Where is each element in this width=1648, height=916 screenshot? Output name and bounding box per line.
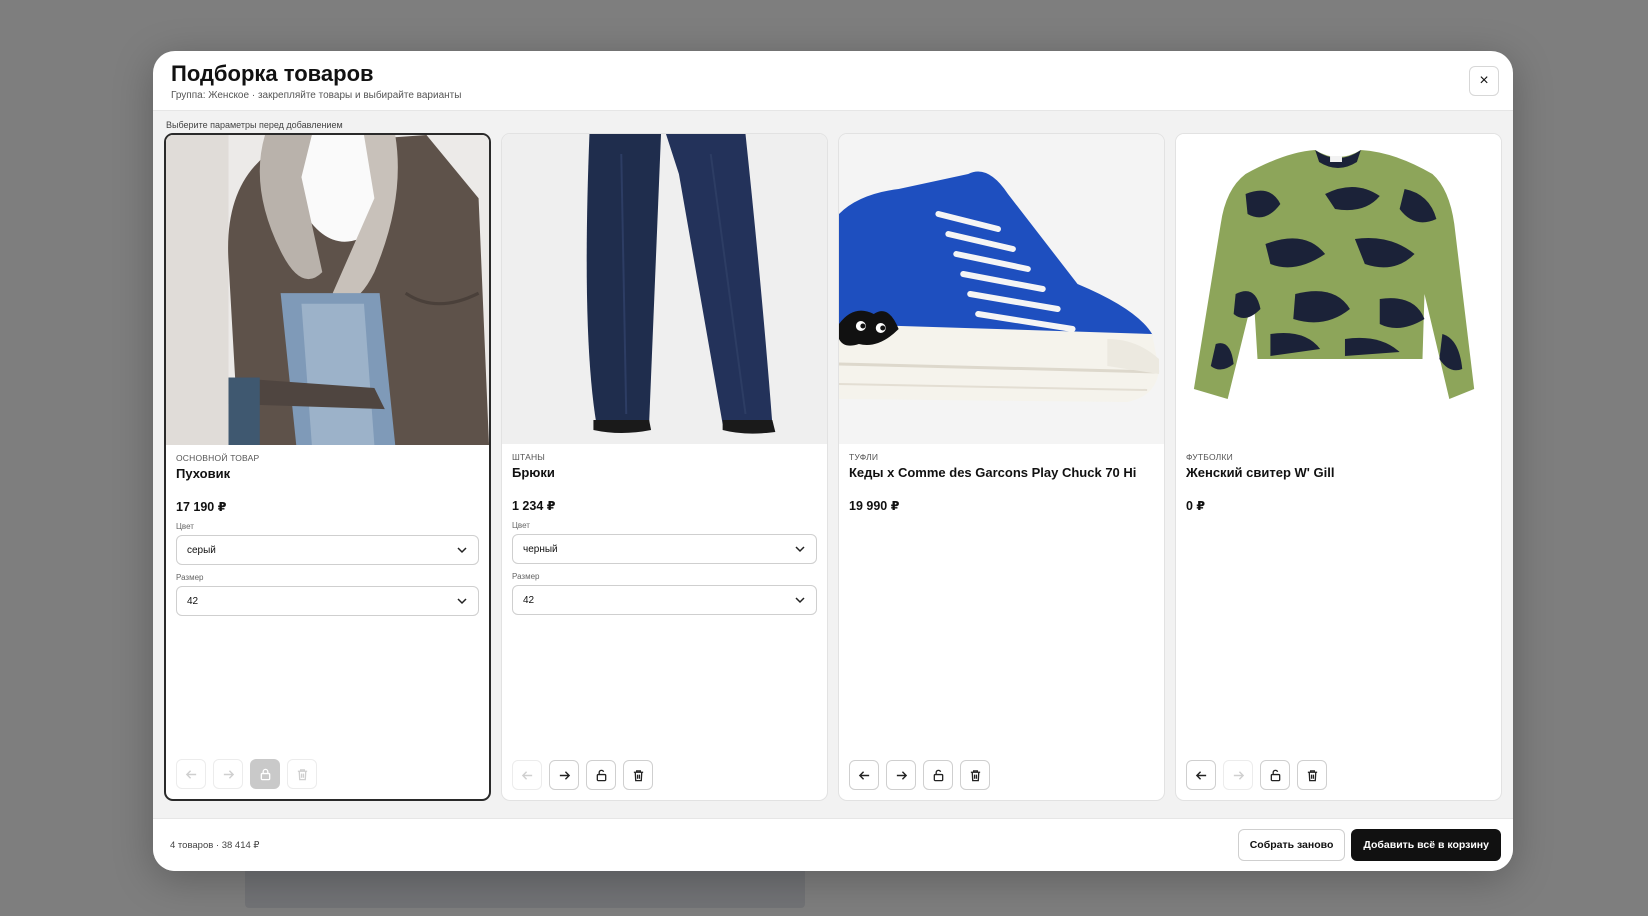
- product-card-trousers: ШТАНЫ Брюки 1 234 ₽ Цвет черный Размер 4…: [501, 133, 828, 801]
- lock-toggle-button[interactable]: [586, 760, 616, 790]
- move-right-button[interactable]: [549, 760, 579, 790]
- arrow-right-icon: [223, 769, 234, 779]
- arrow-right-icon: [896, 770, 907, 780]
- product-price: 0 ₽: [1186, 499, 1206, 513]
- delete-button[interactable]: [287, 759, 317, 789]
- color-label: Цвет: [512, 521, 530, 530]
- chevron-down-icon: [795, 546, 805, 553]
- bundle-summary: 4 товаров · 38 414 ₽: [170, 839, 260, 851]
- trash-icon: [633, 769, 643, 781]
- product-price: 19 990 ₽: [849, 499, 900, 513]
- trash-icon: [970, 769, 980, 781]
- product-card-jacket: ОСНОВНОЙ ТОВАР Пуховик 17 190 ₽ Цвет сер…: [164, 133, 491, 801]
- unlock-icon: [596, 769, 606, 781]
- color-select[interactable]: серый: [176, 535, 479, 565]
- product-name: Женский свитер W' Gill: [1186, 465, 1335, 480]
- lock-toggle-button[interactable]: [923, 760, 953, 790]
- move-left-button[interactable]: [849, 760, 879, 790]
- delete-button[interactable]: [623, 760, 653, 790]
- product-category: ФУТБОЛКИ: [1186, 452, 1233, 462]
- close-button[interactable]: ×: [1469, 66, 1499, 96]
- add-all-to-cart-button[interactable]: Добавить всё в корзину: [1351, 829, 1501, 861]
- selection-hint: Выберите параметры перед добавлением: [166, 120, 343, 130]
- card-info: ОСНОВНОЙ ТОВАР Пуховик 17 190 ₽ Цвет сер…: [166, 445, 489, 616]
- move-right-button[interactable]: [1223, 760, 1253, 790]
- color-select[interactable]: черный: [512, 534, 817, 564]
- size-select-value: 42: [187, 595, 199, 607]
- product-price: 1 234 ₽: [512, 499, 556, 513]
- product-name: Пуховик: [176, 466, 231, 481]
- arrow-left-icon: [185, 769, 196, 779]
- background-content: [245, 868, 805, 908]
- delete-button[interactable]: [960, 760, 990, 790]
- unlock-icon: [1270, 769, 1280, 781]
- size-select-value: 42: [523, 594, 535, 606]
- modal-header: Подборка товаров Группа: Женское · закре…: [153, 51, 1513, 111]
- product-category: ТУФЛИ: [849, 452, 879, 462]
- size-select[interactable]: 42: [512, 585, 817, 615]
- modal-title: Подборка товаров: [171, 61, 374, 86]
- product-category: ОСНОВНОЙ ТОВАР: [176, 453, 260, 463]
- color-label: Цвет: [176, 522, 194, 531]
- product-bundle-modal: Подборка товаров Группа: Женское · закре…: [153, 51, 1513, 871]
- card-actions: [512, 760, 653, 790]
- product-cards: ОСНОВНОЙ ТОВАР Пуховик 17 190 ₽ Цвет сер…: [164, 133, 1502, 801]
- chevron-down-icon: [795, 597, 805, 604]
- move-left-button[interactable]: [176, 759, 206, 789]
- card-info: ШТАНЫ Брюки 1 234 ₽ Цвет черный Размер 4…: [502, 444, 827, 615]
- move-right-button[interactable]: [213, 759, 243, 789]
- product-category: ШТАНЫ: [512, 452, 546, 462]
- navy-wide-trousers-image: [502, 134, 827, 444]
- product-price: 17 190 ₽: [176, 500, 227, 514]
- modal-body: Выберите параметры перед добавлением ОСН…: [153, 111, 1513, 818]
- trash-icon: [1307, 769, 1317, 781]
- footer-buttons: Собрать заново Добавить всё в корзину: [1237, 829, 1501, 861]
- card-actions: [176, 759, 317, 789]
- product-name: Брюки: [512, 465, 555, 480]
- arrow-right-icon: [1233, 770, 1244, 780]
- card-info: ТУФЛИ Кеды x Comme des Garcons Play Chuc…: [839, 444, 1164, 513]
- card-actions: [1186, 760, 1327, 790]
- unlock-icon: [933, 769, 943, 781]
- move-right-button[interactable]: [886, 760, 916, 790]
- move-left-button[interactable]: [512, 760, 542, 790]
- size-label: Размер: [512, 572, 540, 581]
- brown-puffer-jacket-image: [166, 135, 489, 445]
- trash-icon: [297, 768, 307, 780]
- arrow-left-icon: [1195, 770, 1206, 780]
- card-info: ФУТБОЛКИ Женский свитер W' Gill 0 ₽: [1176, 444, 1501, 513]
- chevron-down-icon: [457, 547, 467, 554]
- arrow-right-icon: [559, 770, 570, 780]
- product-card-sneakers: ТУФЛИ Кеды x Comme des Garcons Play Chuc…: [838, 133, 1165, 801]
- lock-toggle-button[interactable]: [1260, 760, 1290, 790]
- modal-subtitle: Группа: Женское · закрепляйте товары и в…: [171, 90, 462, 101]
- size-select[interactable]: 42: [176, 586, 479, 616]
- arrow-left-icon: [858, 770, 869, 780]
- chevron-down-icon: [457, 598, 467, 605]
- green-navy-knit-sweater-image: [1176, 134, 1501, 444]
- delete-button[interactable]: [1297, 760, 1327, 790]
- modal-footer: 4 товаров · 38 414 ₽ Собрать заново Доба…: [153, 818, 1513, 871]
- close-icon: ×: [1479, 72, 1489, 89]
- color-select-value: серый: [187, 544, 216, 556]
- lock-icon: [260, 768, 270, 780]
- color-select-value: черный: [523, 543, 558, 555]
- product-name: Кеды x Comme des Garcons Play Chuck 70 H…: [849, 465, 1137, 480]
- blue-high-top-sneaker-image: [839, 134, 1164, 444]
- rebuild-button[interactable]: Собрать заново: [1237, 829, 1346, 861]
- lock-toggle-button[interactable]: [250, 759, 280, 789]
- size-label: Размер: [176, 573, 204, 582]
- move-left-button[interactable]: [1186, 760, 1216, 790]
- product-card-sweater: ФУТБОЛКИ Женский свитер W' Gill 0 ₽: [1175, 133, 1502, 801]
- arrow-left-icon: [521, 770, 532, 780]
- card-actions: [849, 760, 990, 790]
